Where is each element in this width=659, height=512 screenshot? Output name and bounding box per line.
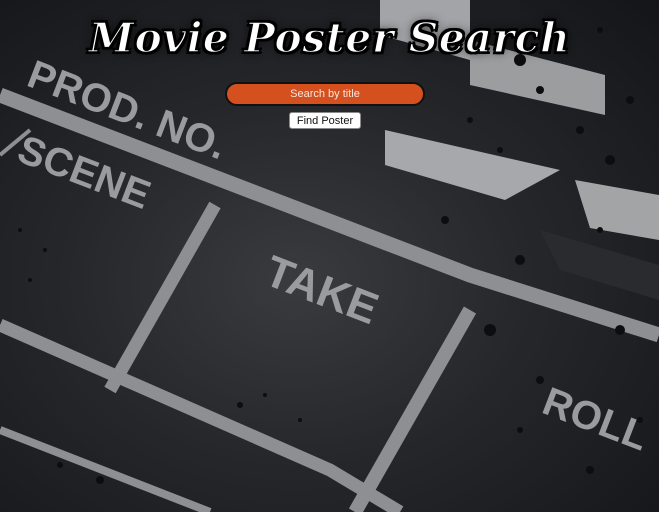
page: PROD. NO. SCENE TAKE ROLL Movie Poster S… [0,0,659,512]
page-title: Movie Poster Search [88,13,571,63]
clapperboard-background-image: PROD. NO. SCENE TAKE ROLL [0,0,659,512]
find-poster-button[interactable]: Find Poster [289,112,361,129]
roll-label: ROLL [537,379,654,459]
take-label: TAKE [258,247,384,335]
search-title-input[interactable] [225,82,425,106]
